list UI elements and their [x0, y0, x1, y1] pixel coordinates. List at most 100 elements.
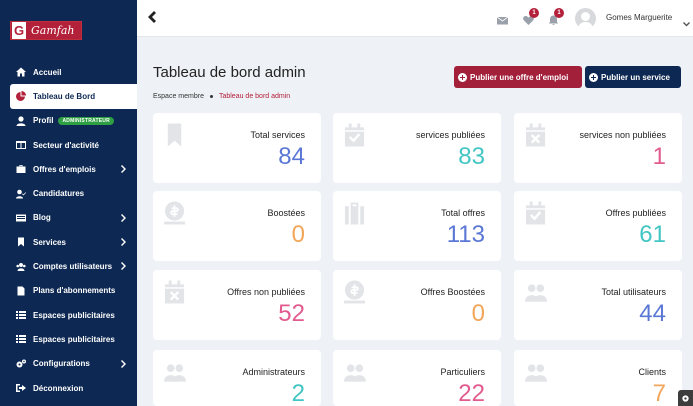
sidebar-item-comptes[interactable]: Comptes utilisateurs: [0, 254, 137, 278]
stat-value: 52: [278, 300, 305, 327]
sidebar-item-blog[interactable]: Blog: [0, 206, 137, 230]
calendar-x-icon: [164, 280, 186, 304]
sidebar-item-accueil[interactable]: Accueil: [0, 60, 137, 84]
sidebar-item-deconnexion[interactable]: Déconnexion: [0, 376, 137, 400]
button-label: Publier une offre d'emploi: [470, 72, 569, 82]
sidebar-item-label: Profil: [33, 116, 54, 126]
sidebar-item-label: Candidatures: [33, 189, 85, 199]
stat-label: Offres Boostées: [420, 287, 485, 297]
sidebar-item-label: Espaces publicitaires: [33, 334, 115, 344]
sidebar-item-offres[interactable]: Offres d'emplois: [0, 157, 137, 181]
stat-value: 22: [458, 380, 485, 406]
stat-value: 83: [458, 143, 485, 170]
sidebar-item-label: Blog: [33, 213, 51, 223]
gears-icon: [16, 359, 26, 369]
sidebar-item-profil[interactable]: Profil ADMINISTRATEUR: [0, 109, 137, 133]
publish-service-button[interactable]: Publier un service: [585, 66, 681, 88]
stat-value: 84: [278, 143, 305, 170]
stat-card: Total services 84: [153, 113, 321, 183]
home-icon: [16, 67, 26, 77]
logo-letter: G: [12, 22, 26, 39]
stat-card: Offres non publiées 52: [153, 270, 321, 340]
chevron-left-icon: [148, 11, 156, 23]
sidebar-nav: Accueil Tableau de Bord Profil ADMINISTR…: [0, 60, 137, 400]
sidebar-item-label: Services: [33, 237, 66, 247]
favorites-button[interactable]: 1: [523, 8, 539, 25]
sidebar: G Gamfah Accueil Tableau de Bord Profil …: [0, 0, 137, 406]
notifications-button[interactable]: 1: [548, 8, 564, 26]
breadcrumb: Espace membre Tableau de bord admin: [153, 93, 290, 100]
collapse-sidebar-button[interactable]: [147, 10, 159, 24]
stat-card: Offres Boostées 0: [333, 270, 501, 340]
stat-label: Boostées: [267, 208, 305, 218]
user-name[interactable]: Gomes Marguerite: [606, 13, 672, 22]
briefcase-icon: [16, 164, 26, 174]
stat-card: Total utilisateurs 44: [514, 270, 682, 340]
stat-card: Clients 7: [514, 350, 682, 406]
blog-icon: [16, 213, 26, 223]
sidebar-item-configurations[interactable]: Configurations: [0, 352, 137, 376]
avatar-head: [581, 12, 590, 21]
sidebar-item-label: Comptes utilisateurs: [33, 262, 113, 272]
favorites-count-badge: 1: [529, 8, 539, 18]
list-icon: [16, 334, 26, 344]
chevron-right-icon: [121, 165, 127, 175]
stat-label: Clients: [638, 367, 666, 377]
sidebar-item-espaces-1[interactable]: Espaces publicitaires: [0, 303, 137, 327]
sidebar-item-espaces-2[interactable]: Espaces publicitaires: [0, 327, 137, 351]
sidebar-item-services[interactable]: Services: [0, 230, 137, 254]
sidebar-item-secteur[interactable]: Secteur d'activité: [0, 133, 137, 157]
sidebar-item-tableau-de-bord[interactable]: Tableau de Bord: [10, 84, 137, 109]
stat-value: 0: [291, 221, 305, 248]
messages-button[interactable]: [496, 13, 509, 25]
calendar-check-icon: [344, 123, 366, 147]
publish-offer-button[interactable]: Publier une offre d'emploi: [454, 66, 582, 88]
stat-card: services non publiées 1: [514, 113, 682, 183]
bookmark-icon: [164, 123, 186, 147]
stat-value: 1: [652, 143, 666, 170]
pie-chart-icon: [16, 91, 26, 102]
columns-icon: [16, 140, 26, 150]
breadcrumb-separator: [209, 95, 213, 98]
plus-circle-icon: [458, 72, 467, 82]
stat-label: Offres non publiées: [227, 287, 305, 297]
suitcase-icon: [344, 201, 366, 225]
stat-card: Particuliers 22: [333, 350, 501, 406]
calendar-check-icon: [525, 201, 547, 225]
stat-value: 7: [652, 380, 666, 406]
document-icon: [16, 286, 26, 296]
topbar: 1 1 Gomes Marguerite: [137, 0, 693, 37]
user-icon: [16, 116, 26, 126]
plus-circle-icon: [589, 72, 598, 82]
users-icon: [16, 262, 26, 272]
user-check-icon: [16, 189, 26, 199]
stat-label: Administrateurs: [242, 367, 305, 377]
stat-card: Offres publiées 61: [514, 191, 682, 261]
notifications-count-badge: 1: [554, 8, 564, 18]
sidebar-item-label: Déconnexion: [33, 383, 84, 393]
breadcrumb-link[interactable]: Espace membre: [153, 93, 204, 100]
stat-card: Boostées 0: [153, 191, 321, 261]
sidebar-item-label: Plans d'abonnements: [33, 286, 116, 296]
stat-value: 2: [291, 380, 305, 406]
chevron-right-icon: [121, 213, 127, 224]
gear-icon: [682, 395, 689, 402]
logout-icon: [16, 383, 26, 393]
sidebar-item-plans[interactable]: Plans d'abonnements: [0, 279, 137, 303]
stat-label: Total services: [250, 130, 305, 140]
avatar[interactable]: [575, 8, 596, 29]
stat-label: services non publiées: [579, 130, 666, 140]
avatar-body: [578, 22, 593, 29]
sidebar-item-label: Accueil: [33, 67, 62, 77]
settings-corner-button[interactable]: [678, 390, 693, 406]
logo-text: Gamfah: [31, 24, 75, 37]
stat-value: 44: [639, 300, 666, 327]
chevron-down-icon[interactable]: [683, 14, 690, 27]
stat-card: services publiées 83: [333, 113, 501, 183]
stat-value: 113: [446, 221, 485, 248]
sidebar-item-candidatures[interactable]: Candidatures: [0, 181, 137, 205]
users-icon: [525, 280, 547, 304]
brand-logo[interactable]: G Gamfah: [10, 21, 82, 40]
users-icon: [344, 360, 366, 384]
stat-value: 0: [471, 300, 485, 327]
